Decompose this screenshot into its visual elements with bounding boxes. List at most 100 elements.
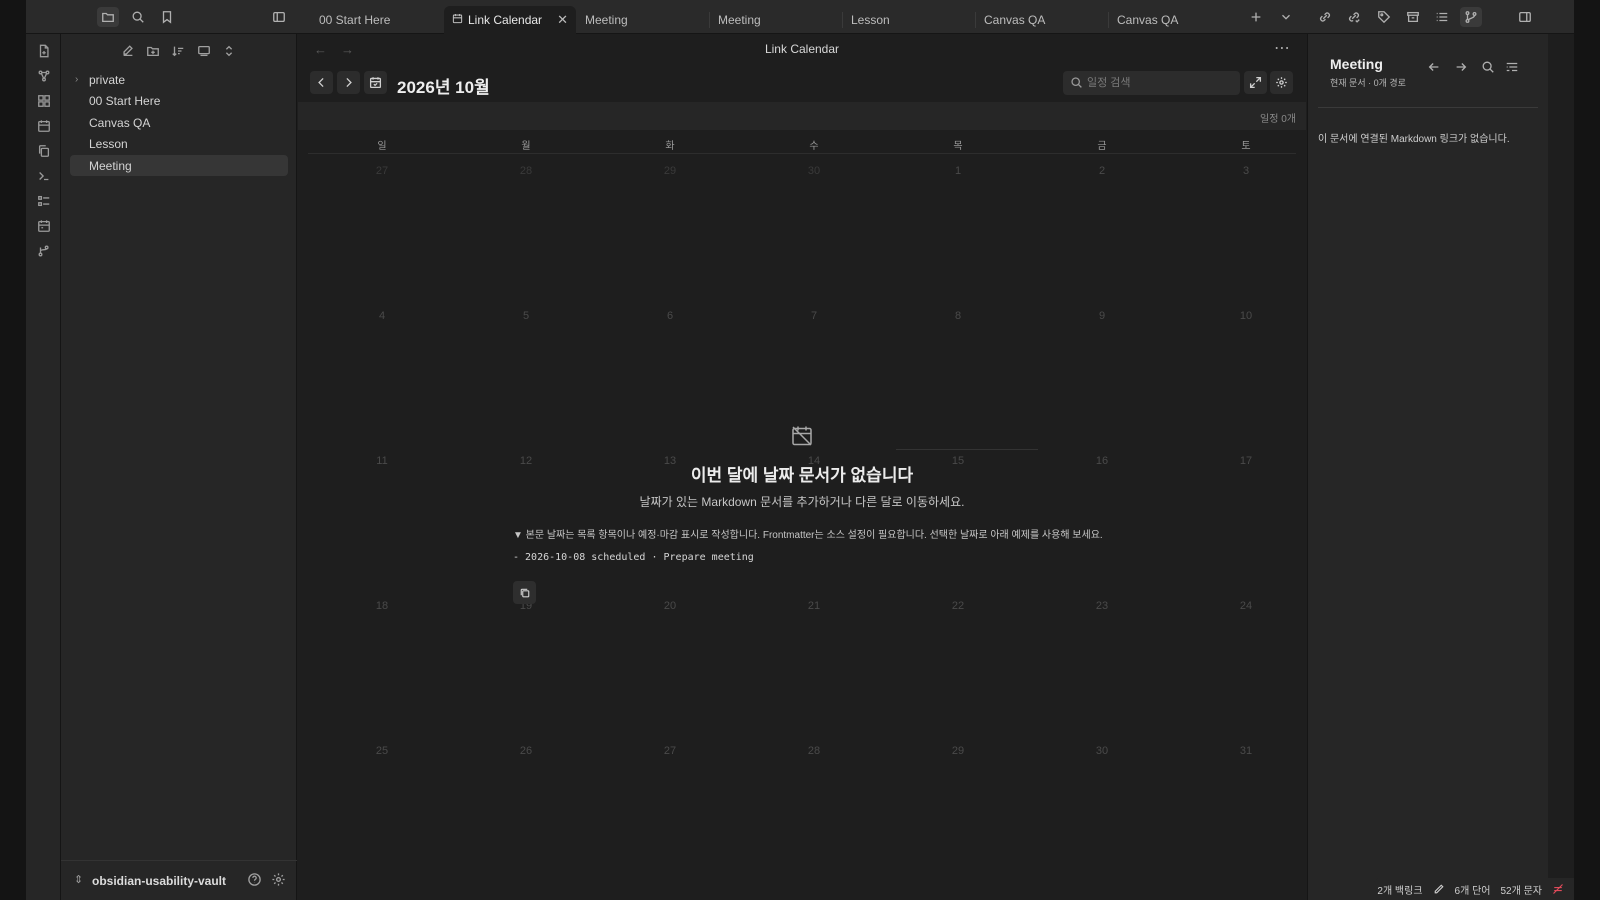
expand-button[interactable]: [1244, 71, 1267, 94]
calendar-today-icon: [369, 77, 382, 89]
graph-view-icon[interactable]: [34, 66, 53, 85]
tab-canvas-qa[interactable]: Canvas QA: [976, 6, 1102, 34]
day-cell[interactable]: 30: [742, 165, 886, 177]
tab-meeting-2[interactable]: Meeting: [710, 6, 836, 34]
tag-icon[interactable]: [1373, 7, 1395, 27]
link-check-icon[interactable]: [1343, 7, 1365, 27]
day-cell[interactable]: 10: [1174, 310, 1318, 322]
collapse-view-icon[interactable]: [194, 41, 214, 61]
day-cell[interactable]: 28: [742, 745, 886, 757]
daily-calendar-icon[interactable]: [34, 216, 53, 235]
day-cell[interactable]: 23: [1030, 600, 1174, 612]
day-cell[interactable]: 28: [454, 165, 598, 177]
git-branch-icon[interactable]: [1460, 7, 1482, 27]
event-search-input[interactable]: [1087, 74, 1235, 92]
day-cell[interactable]: 8: [886, 310, 1030, 322]
panel-subtitle: 현재 문서 · 0개 경로: [1330, 78, 1406, 88]
close-icon[interactable]: ✕: [557, 12, 568, 28]
new-tab-icon[interactable]: [1245, 7, 1267, 27]
copy-example-button[interactable]: [513, 581, 536, 604]
day-cell[interactable]: 20: [598, 600, 742, 612]
new-note-icon[interactable]: [118, 41, 138, 61]
more-options-icon[interactable]: ⋯: [1274, 38, 1290, 58]
calendar-icon[interactable]: [34, 116, 53, 135]
vault-switcher[interactable]: ⇕ obsidian-usability-vault: [61, 860, 297, 900]
weekday-label: 토: [1241, 141, 1251, 152]
back-arrow-icon[interactable]: [1427, 60, 1443, 76]
day-cell[interactable]: 27: [598, 745, 742, 757]
file-00-start-here[interactable]: 00 Start Here: [70, 90, 288, 111]
help-icon[interactable]: [247, 872, 263, 888]
day-cell[interactable]: 3: [1174, 165, 1318, 177]
tab-canvas-qa-2[interactable]: Canvas QA: [1109, 6, 1235, 34]
sort-icon[interactable]: [168, 41, 188, 61]
link-plugin-icon[interactable]: [1314, 7, 1336, 27]
tab-list-chevron-icon[interactable]: [1275, 7, 1297, 27]
file-canvas-qa[interactable]: Canvas QA: [70, 112, 288, 133]
tab-meeting[interactable]: Meeting: [577, 6, 703, 34]
day-cell[interactable]: 18: [310, 600, 454, 612]
day-cell[interactable]: 5: [454, 310, 598, 322]
status-bar: 2개 백링크 6개 단어 52개 문자: [1374, 878, 1574, 900]
day-cell[interactable]: 4: [310, 310, 454, 322]
source-control-icon[interactable]: [34, 241, 53, 260]
dashboard-icon[interactable]: [34, 91, 53, 110]
weekday-label: 일: [377, 141, 387, 152]
tree-item-label: Lesson: [89, 136, 128, 151]
tab-link-calendar[interactable]: Link Calendar ✕: [444, 6, 576, 34]
day-cell[interactable]: 22: [886, 600, 1030, 612]
day-cell[interactable]: 6: [598, 310, 742, 322]
expand-collapse-icon[interactable]: [219, 41, 239, 61]
tab-00-start-here[interactable]: 00 Start Here: [311, 6, 437, 34]
date-syntax-hint[interactable]: ▼ 본문 날짜는 목록 항목이나 예정·마감 표시로 작성합니다. Frontm…: [513, 526, 1103, 541]
file-lesson[interactable]: Lesson: [70, 133, 288, 154]
weekday-header: 일 월 화 수 목 금 토: [308, 132, 1296, 154]
calendar-settings-button[interactable]: [1270, 71, 1293, 94]
day-cell[interactable]: 1: [886, 165, 1030, 177]
tab-lesson[interactable]: Lesson: [843, 6, 969, 34]
today-button[interactable]: [364, 71, 387, 94]
file-meeting[interactable]: Meeting: [70, 155, 288, 176]
day-cell[interactable]: 31: [1174, 745, 1318, 757]
day-cell[interactable]: 29: [598, 165, 742, 177]
day-cell[interactable]: 24: [1174, 600, 1318, 612]
chevron-right-icon: ›: [75, 74, 79, 85]
calendar-off-icon: [790, 424, 814, 448]
checklist-icon[interactable]: [34, 191, 53, 210]
search-icon[interactable]: [1481, 60, 1497, 76]
settings-gear-icon: [1276, 77, 1287, 88]
outline-list-icon[interactable]: [1431, 7, 1453, 27]
day-cell[interactable]: 2: [1030, 165, 1174, 177]
chevron-left-icon: [318, 77, 324, 88]
left-sidebar-toggle-icon[interactable]: [268, 7, 290, 27]
next-month-button[interactable]: [337, 71, 360, 94]
bookmark-icon[interactable]: [156, 7, 178, 27]
prev-month-button[interactable]: [310, 71, 333, 94]
day-cell[interactable]: 25: [310, 745, 454, 757]
day-cell[interactable]: 7: [742, 310, 886, 322]
day-cell[interactable]: 9: [1030, 310, 1174, 322]
files-icon[interactable]: [97, 7, 119, 27]
settings-gear-icon[interactable]: [271, 872, 287, 888]
new-folder-icon[interactable]: [143, 41, 163, 61]
new-note-icon[interactable]: [34, 41, 53, 60]
forward-arrow-icon[interactable]: [1454, 60, 1470, 76]
day-cell[interactable]: 29: [886, 745, 1030, 757]
day-cell[interactable]: 27: [310, 165, 454, 177]
copy-icon: [520, 588, 529, 597]
weekday-label: 목: [953, 141, 963, 152]
right-sidebar-toggle-icon[interactable]: [1514, 7, 1536, 27]
weekday-label: 수: [809, 141, 819, 152]
day-cell[interactable]: 30: [1030, 745, 1174, 757]
day-cell[interactable]: 21: [742, 600, 886, 612]
window-margin-right: [1574, 0, 1600, 900]
list-filter-icon[interactable]: [1505, 60, 1521, 76]
search-icon[interactable]: [127, 7, 149, 27]
event-search[interactable]: [1063, 71, 1240, 95]
folder-private[interactable]: › private: [70, 69, 288, 90]
day-cell[interactable]: 26: [454, 745, 598, 757]
archive-icon[interactable]: [1402, 7, 1424, 27]
terminal-icon[interactable]: [34, 166, 53, 185]
copy-files-icon[interactable]: [34, 141, 53, 160]
backlink-count[interactable]: 2개 백링크: [1377, 882, 1422, 897]
